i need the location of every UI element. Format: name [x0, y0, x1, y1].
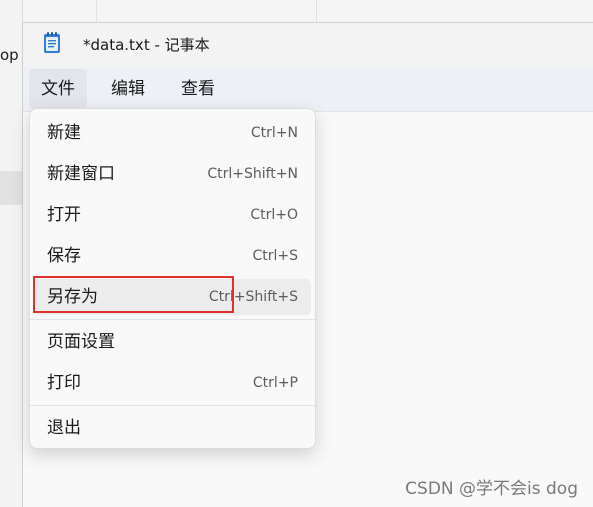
menu-view[interactable]: 查看: [169, 69, 227, 109]
menu-item-shortcut: Ctrl+S: [252, 248, 298, 264]
background-partial-text: op: [0, 46, 19, 64]
watermark: CSDN @学不会is dog: [405, 479, 578, 499]
menu-edit[interactable]: 编辑: [99, 69, 157, 109]
menu-item-print[interactable]: 打印 Ctrl+P: [34, 365, 311, 401]
title-bar[interactable]: *data.txt - 记事本: [23, 23, 593, 67]
menu-file[interactable]: 文件: [29, 69, 87, 109]
menu-item-shortcut: Ctrl+P: [252, 375, 298, 391]
menu-item-label: 保存: [47, 246, 81, 266]
menu-item-label: 新建: [47, 123, 81, 143]
menu-item-shortcut: Ctrl+Shift+N: [207, 166, 298, 182]
menu-separator: [30, 405, 315, 406]
menu-item-label: 打印: [47, 373, 81, 393]
menu-item-label: 退出: [47, 418, 81, 438]
menu-bar: 文件 编辑 查看: [23, 67, 593, 112]
menu-item-new[interactable]: 新建 Ctrl+N: [34, 115, 311, 151]
menu-item-exit[interactable]: 退出: [34, 410, 311, 446]
menu-item-label: 打开: [47, 205, 81, 225]
menu-item-save[interactable]: 保存 Ctrl+S: [34, 238, 311, 274]
menu-item-label: 页面设置: [47, 332, 115, 352]
background-selected-row: [0, 171, 22, 205]
background-window: [0, 0, 23, 507]
file-menu-dropdown: 新建 Ctrl+N 新建窗口 Ctrl+Shift+N 打开 Ctrl+O 保存…: [29, 108, 316, 449]
menu-item-shortcut: Ctrl+O: [250, 207, 298, 223]
menu-separator: [30, 319, 315, 320]
menu-item-label: 新建窗口: [47, 164, 115, 184]
window-title: *data.txt - 记事本: [83, 36, 210, 54]
menu-item-shortcut: Ctrl+N: [250, 125, 298, 141]
menu-item-open[interactable]: 打开 Ctrl+O: [34, 197, 311, 233]
background-divider: [96, 0, 97, 22]
background-divider: [316, 0, 317, 22]
menu-item-page-setup[interactable]: 页面设置: [34, 324, 311, 360]
notepad-icon: [44, 32, 60, 53]
menu-item-label: 另存为: [47, 287, 98, 307]
menu-item-save-as[interactable]: 另存为 Ctrl+Shift+S: [34, 279, 311, 315]
menu-item-shortcut: Ctrl+Shift+S: [208, 289, 298, 305]
menu-item-new-window[interactable]: 新建窗口 Ctrl+Shift+N: [34, 156, 311, 192]
background-window-topbar: [0, 0, 593, 23]
